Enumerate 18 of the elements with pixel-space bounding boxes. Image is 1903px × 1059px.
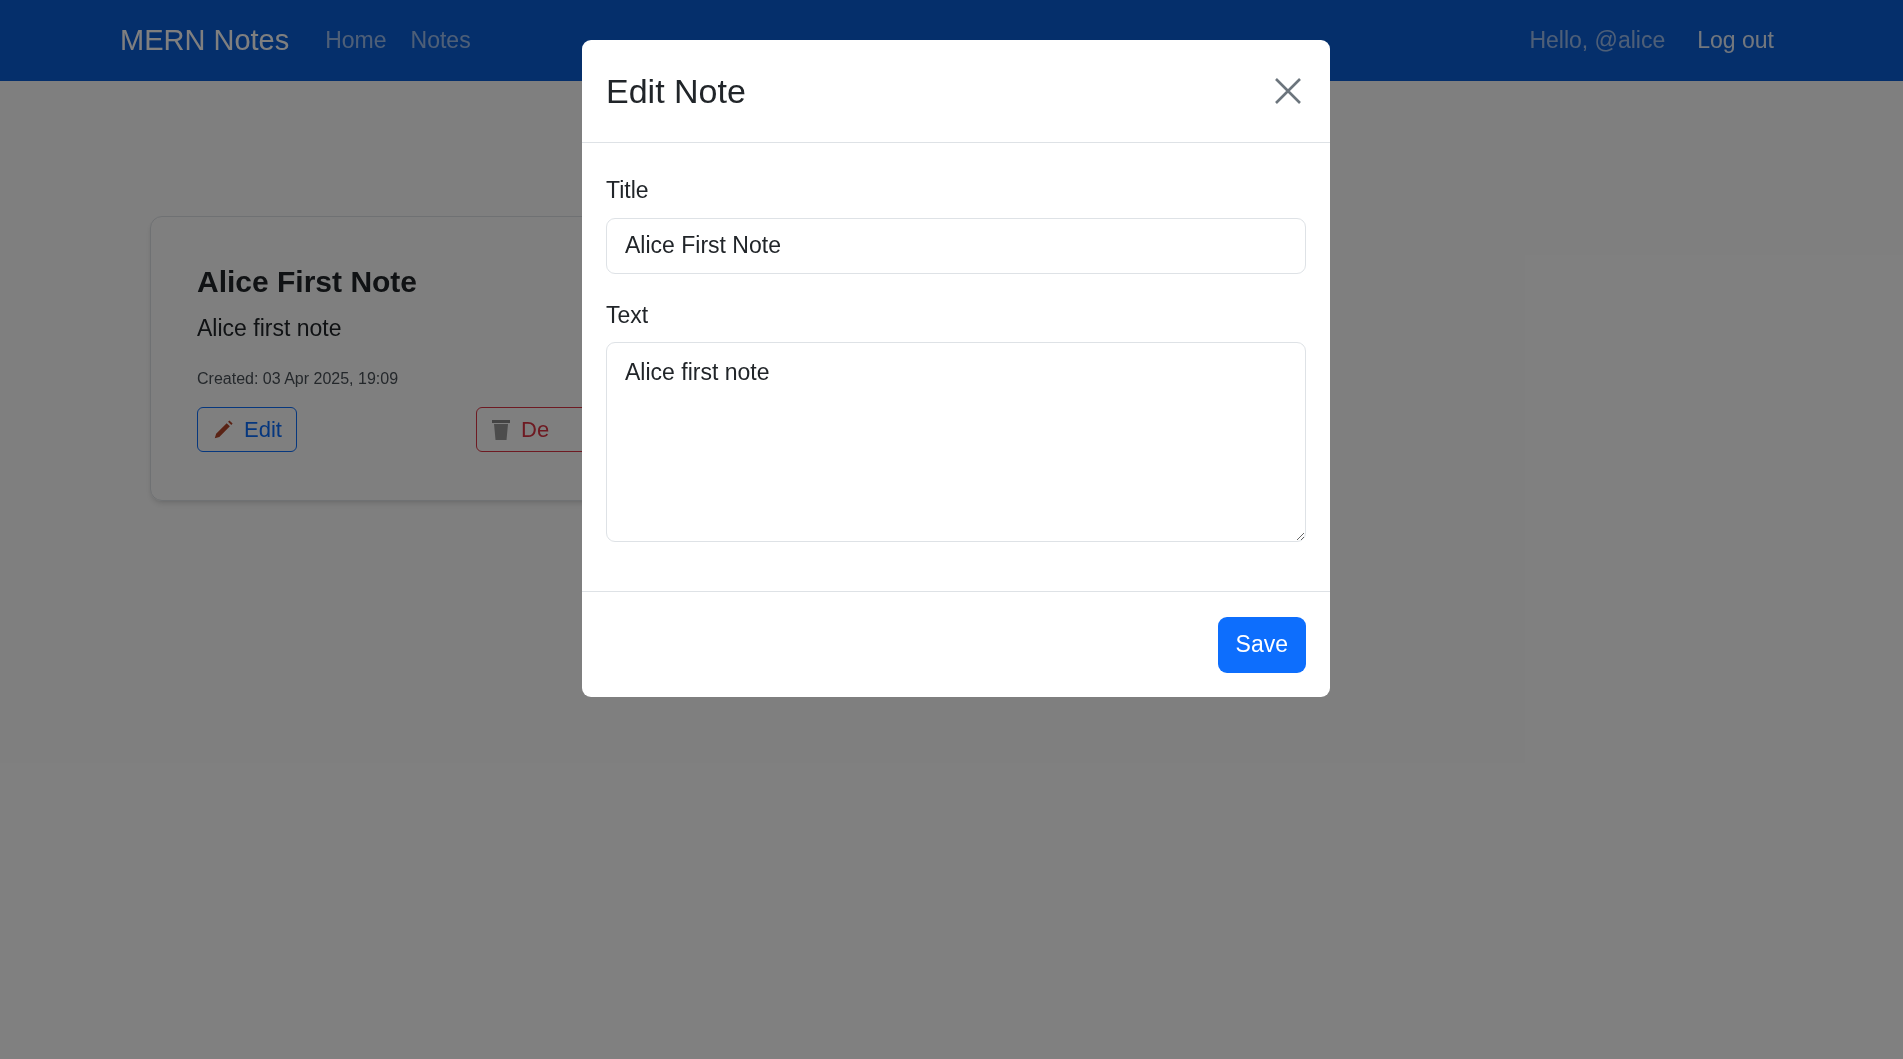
trash-icon bbox=[491, 418, 511, 441]
greeting-text: Hello, @alice bbox=[1529, 26, 1666, 56]
close-icon bbox=[1275, 78, 1301, 104]
pencil-icon bbox=[212, 418, 234, 441]
field-label: Title bbox=[606, 176, 650, 205]
brand-link[interactable]: MERN Notes bbox=[120, 18, 290, 63]
save-button[interactable]: Save bbox=[1217, 616, 1306, 673]
note-title: Alice First Note bbox=[197, 264, 418, 300]
text-area[interactable]: Alice first note bbox=[606, 342, 1306, 542]
field-label: Text bbox=[606, 300, 650, 330]
nav-link[interactable]: Home bbox=[325, 23, 387, 58]
title-input[interactable]: Alice First Note bbox=[606, 217, 1306, 274]
created-date: Created: 03 Apr 2025, 19:09 bbox=[197, 369, 399, 389]
note-text: Alice first note bbox=[197, 313, 342, 343]
modal-title: Edit Note bbox=[606, 70, 746, 112]
nav-link[interactable]: Notes bbox=[410, 23, 471, 58]
logout-link[interactable]: Log out bbox=[1697, 23, 1774, 58]
edit-button[interactable]: Edit bbox=[197, 407, 297, 452]
